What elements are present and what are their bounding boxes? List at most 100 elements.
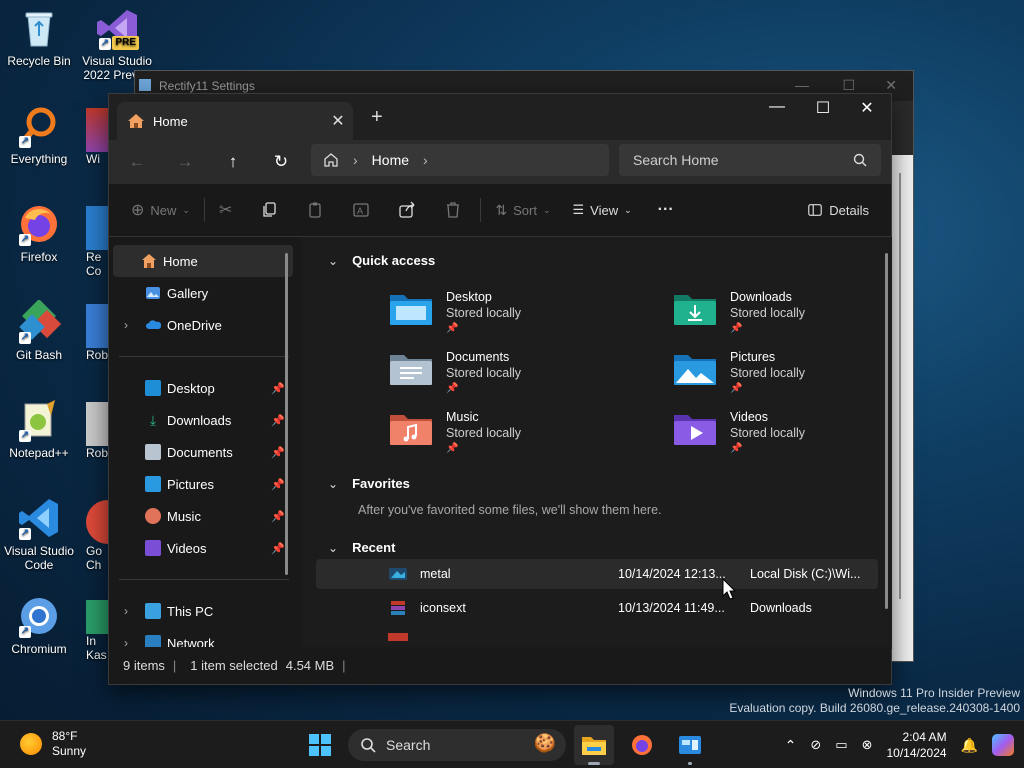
paste-button[interactable]: [298, 193, 332, 227]
chevron-right-icon[interactable]: ›: [117, 604, 135, 618]
sidebar-scrollbar[interactable]: [285, 253, 288, 575]
volume-muted-icon[interactable]: ⊗: [862, 737, 873, 753]
network-icon[interactable]: ⊘: [810, 737, 821, 753]
chevron-right-icon[interactable]: ›: [423, 152, 428, 168]
sidebar-item-home[interactable]: Home: [113, 245, 293, 277]
chevron-up-icon[interactable]: ⌃: [785, 737, 797, 754]
maximize-button[interactable]: ☐: [842, 77, 855, 94]
search-input[interactable]: [633, 152, 853, 168]
desktop-icon-label: Git Bash: [15, 348, 63, 362]
copy-button[interactable]: [252, 193, 286, 227]
quick-access-downloads[interactable]: Downloads Stored locally 📌: [672, 289, 805, 337]
sidebar-item-this-pc[interactable]: › This PC: [109, 595, 299, 627]
start-button[interactable]: [300, 725, 340, 765]
section-header-quick-access[interactable]: ⌄ Quick access: [328, 253, 435, 268]
folder-status: Stored locally: [446, 306, 522, 320]
system-tray: ⌃ ⊘ ▭ ⊗ 2:04 AM 10/14/2024 🔔: [785, 721, 1024, 768]
weather-widget[interactable]: 88°F Sunny: [20, 729, 86, 759]
minimize-button[interactable]: —: [757, 98, 797, 116]
sidebar-item-network[interactable]: › Network: [109, 627, 299, 649]
sidebar-item-documents[interactable]: Documents 📌: [109, 436, 299, 468]
new-tab-button[interactable]: +: [371, 106, 383, 129]
refresh-button[interactable]: ↻: [257, 152, 305, 172]
more-options-button[interactable]: ···: [650, 193, 682, 227]
chevron-down-icon: ⌄: [542, 204, 551, 215]
computer-icon: [145, 603, 161, 619]
close-button[interactable]: ✕: [847, 98, 887, 118]
quick-access-documents[interactable]: Documents Stored locally 📌: [388, 349, 521, 397]
up-button[interactable]: ↑: [209, 152, 257, 172]
content-scrollbar[interactable]: [885, 253, 888, 609]
close-tab-icon[interactable]: ✕: [323, 111, 353, 131]
pin-icon: 📌: [271, 510, 285, 523]
sidebar-item-music[interactable]: Music 📌: [109, 500, 299, 532]
sidebar-item-label: This PC: [167, 603, 214, 619]
sort-button[interactable]: ⇅ Sort ⌄: [487, 193, 558, 227]
section-header-recent[interactable]: ⌄ Recent: [328, 540, 395, 555]
desktop-icon-vscode[interactable]: ↗ Visual Studio Code: [0, 496, 78, 572]
quick-access-desktop[interactable]: Desktop Stored locally 📌: [388, 289, 521, 337]
sidebar-item-videos[interactable]: Videos 📌: [109, 532, 299, 564]
desktop-icon-chromium[interactable]: ↗ Chromium: [0, 594, 78, 656]
quick-access-videos[interactable]: Videos Stored locally 📌: [672, 409, 805, 457]
close-button[interactable]: ✕: [885, 77, 897, 94]
breadcrumb-item-home[interactable]: Home: [372, 152, 409, 168]
breadcrumb[interactable]: › Home ›: [311, 144, 609, 176]
chevron-down-icon: ⌄: [328, 476, 339, 491]
notepadpp-icon: ↗: [17, 398, 61, 442]
desktop-icon-notepadpp[interactable]: ↗ Notepad++: [0, 398, 78, 460]
copilot-icon[interactable]: [992, 734, 1014, 756]
recent-file-row-partial[interactable]: [388, 633, 408, 641]
pin-icon: 📌: [730, 443, 743, 454]
maximize-button[interactable]: ☐: [803, 98, 843, 118]
delete-button[interactable]: [436, 193, 470, 227]
sidebar-item-gallery[interactable]: Gallery: [109, 277, 299, 309]
chevron-right-icon[interactable]: ›: [117, 318, 135, 332]
details-button[interactable]: Details: [799, 193, 877, 227]
sidebar-item-onedrive[interactable]: › OneDrive: [109, 309, 299, 341]
pin-icon: 📌: [730, 323, 743, 334]
desktop-icon-everything[interactable]: ↗ Everything: [0, 104, 78, 166]
home-outline-icon: [324, 153, 338, 167]
folder-status: Stored locally: [446, 366, 522, 380]
search-box[interactable]: [619, 144, 881, 176]
file-explorer-window[interactable]: Home ✕ + — ☐ ✕ ← → ↑ ↻ › Home › ⊕ New ⌄ …: [108, 93, 892, 685]
section-header-favorites[interactable]: ⌄ Favorites: [328, 476, 410, 491]
tab-home[interactable]: Home ✕: [117, 102, 353, 140]
view-button[interactable]: ☰ View ⌄: [565, 193, 640, 227]
taskbar-rectify11[interactable]: [670, 725, 710, 765]
clock[interactable]: 2:04 AM 10/14/2024: [887, 729, 947, 761]
recent-file-row[interactable]: iconsext 10/13/2024 11:49... Downloads: [316, 593, 878, 623]
bell-icon[interactable]: 🔔: [961, 737, 978, 754]
cut-button[interactable]: ✂: [211, 193, 240, 227]
desktop-icon-git-bash[interactable]: ↗ Git Bash: [0, 299, 78, 362]
scrollbar[interactable]: [899, 173, 901, 599]
desktop-icon-recycle-bin[interactable]: Recycle Bin: [0, 6, 78, 68]
search-highlight-icon: 🍪: [533, 733, 556, 753]
taskbar-firefox[interactable]: [622, 725, 662, 765]
selection-size: 4.54 MB: [285, 658, 335, 673]
display-icon[interactable]: ▭: [835, 737, 847, 753]
share-button[interactable]: [390, 193, 424, 227]
taskbar-search[interactable]: Search 🍪: [348, 729, 566, 761]
downloads-icon: ⤓: [149, 412, 157, 428]
recent-file-row[interactable]: metal 10/14/2024 12:13... Local Disk (C:…: [316, 559, 878, 589]
sidebar-item-downloads[interactable]: ⤓ Downloads 📌: [109, 404, 299, 436]
sidebar-item-label: Gallery: [167, 285, 209, 301]
sidebar-item-desktop[interactable]: Desktop 📌: [109, 372, 299, 404]
file-name: metal: [420, 567, 451, 581]
sidebar-item-pictures[interactable]: Pictures 📌: [109, 468, 299, 500]
taskbar-file-explorer[interactable]: [574, 725, 614, 765]
forward-button[interactable]: →: [161, 152, 209, 172]
back-button[interactable]: ←: [113, 152, 161, 172]
minimize-button[interactable]: —: [795, 77, 809, 93]
quick-access-music[interactable]: Music Stored locally 📌: [388, 409, 521, 457]
window-title: Rectify11 Settings: [159, 79, 255, 93]
evaluation-watermark: Windows 11 Pro Insider Preview Evaluatio…: [729, 686, 1020, 716]
rename-button[interactable]: A: [344, 193, 378, 227]
sidebar-item-label: Downloads: [167, 412, 232, 428]
desktop-icon-firefox[interactable]: ↗ Firefox: [0, 202, 78, 264]
new-button[interactable]: ⊕ New ⌄: [123, 193, 198, 227]
quick-access-pictures[interactable]: Pictures Stored locally 📌: [672, 349, 805, 397]
tab-bar: Home ✕ + — ☐ ✕: [109, 94, 891, 140]
